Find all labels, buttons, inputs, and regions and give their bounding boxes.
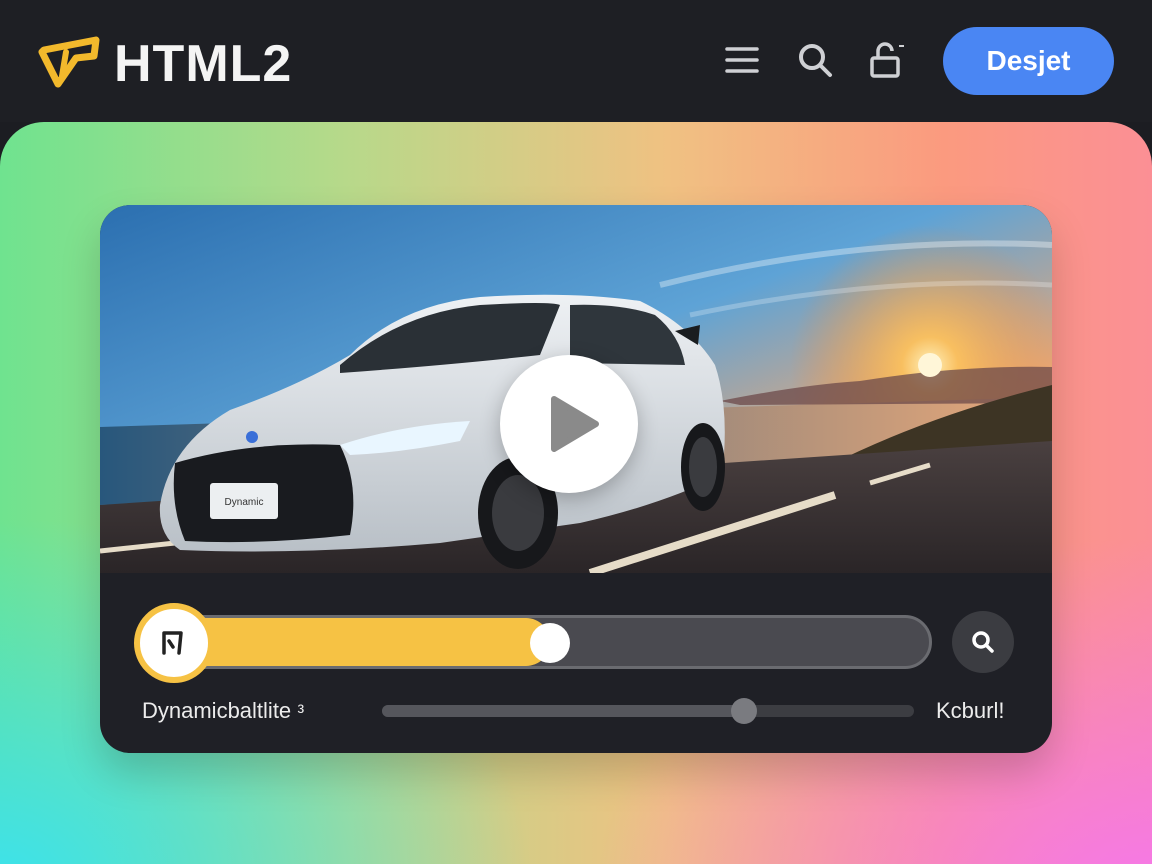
logo-icon [38, 36, 100, 88]
progress-handle[interactable] [529, 623, 570, 663]
video-player-card: Dynamic Dynamicbaltlite ᵌ Kcburl! [100, 205, 1052, 753]
play-button[interactable] [500, 355, 638, 493]
search-icon[interactable] [795, 40, 835, 80]
top-bar: HTML2 Desjet [0, 0, 1152, 122]
lock-icon[interactable] [866, 40, 906, 80]
plate-text: Dynamic [225, 497, 264, 508]
gradient-stage: Dynamic Dynamicbaltlite ᵌ Kcburl! [0, 122, 1152, 864]
brand-title: HTML2 [114, 35, 293, 93]
play-icon [551, 396, 599, 452]
secondary-slider-track[interactable] [382, 698, 914, 724]
video-thumbnail[interactable]: Dynamic [100, 205, 1052, 573]
menu-icon[interactable] [722, 40, 762, 80]
desjet-button[interactable]: Desjet [943, 27, 1114, 95]
secondary-slider-handle[interactable] [730, 698, 757, 724]
secondary-slider-fill [382, 705, 744, 717]
search-icon [972, 631, 994, 653]
player-search-button[interactable] [952, 611, 1014, 673]
progress-track[interactable] [136, 615, 932, 669]
bookmark-button[interactable] [134, 603, 214, 683]
left-label: Dynamicbaltlite ᵌ [142, 698, 305, 723]
bookmark-icon [162, 631, 183, 655]
right-label: Kcburl! [936, 698, 1005, 723]
